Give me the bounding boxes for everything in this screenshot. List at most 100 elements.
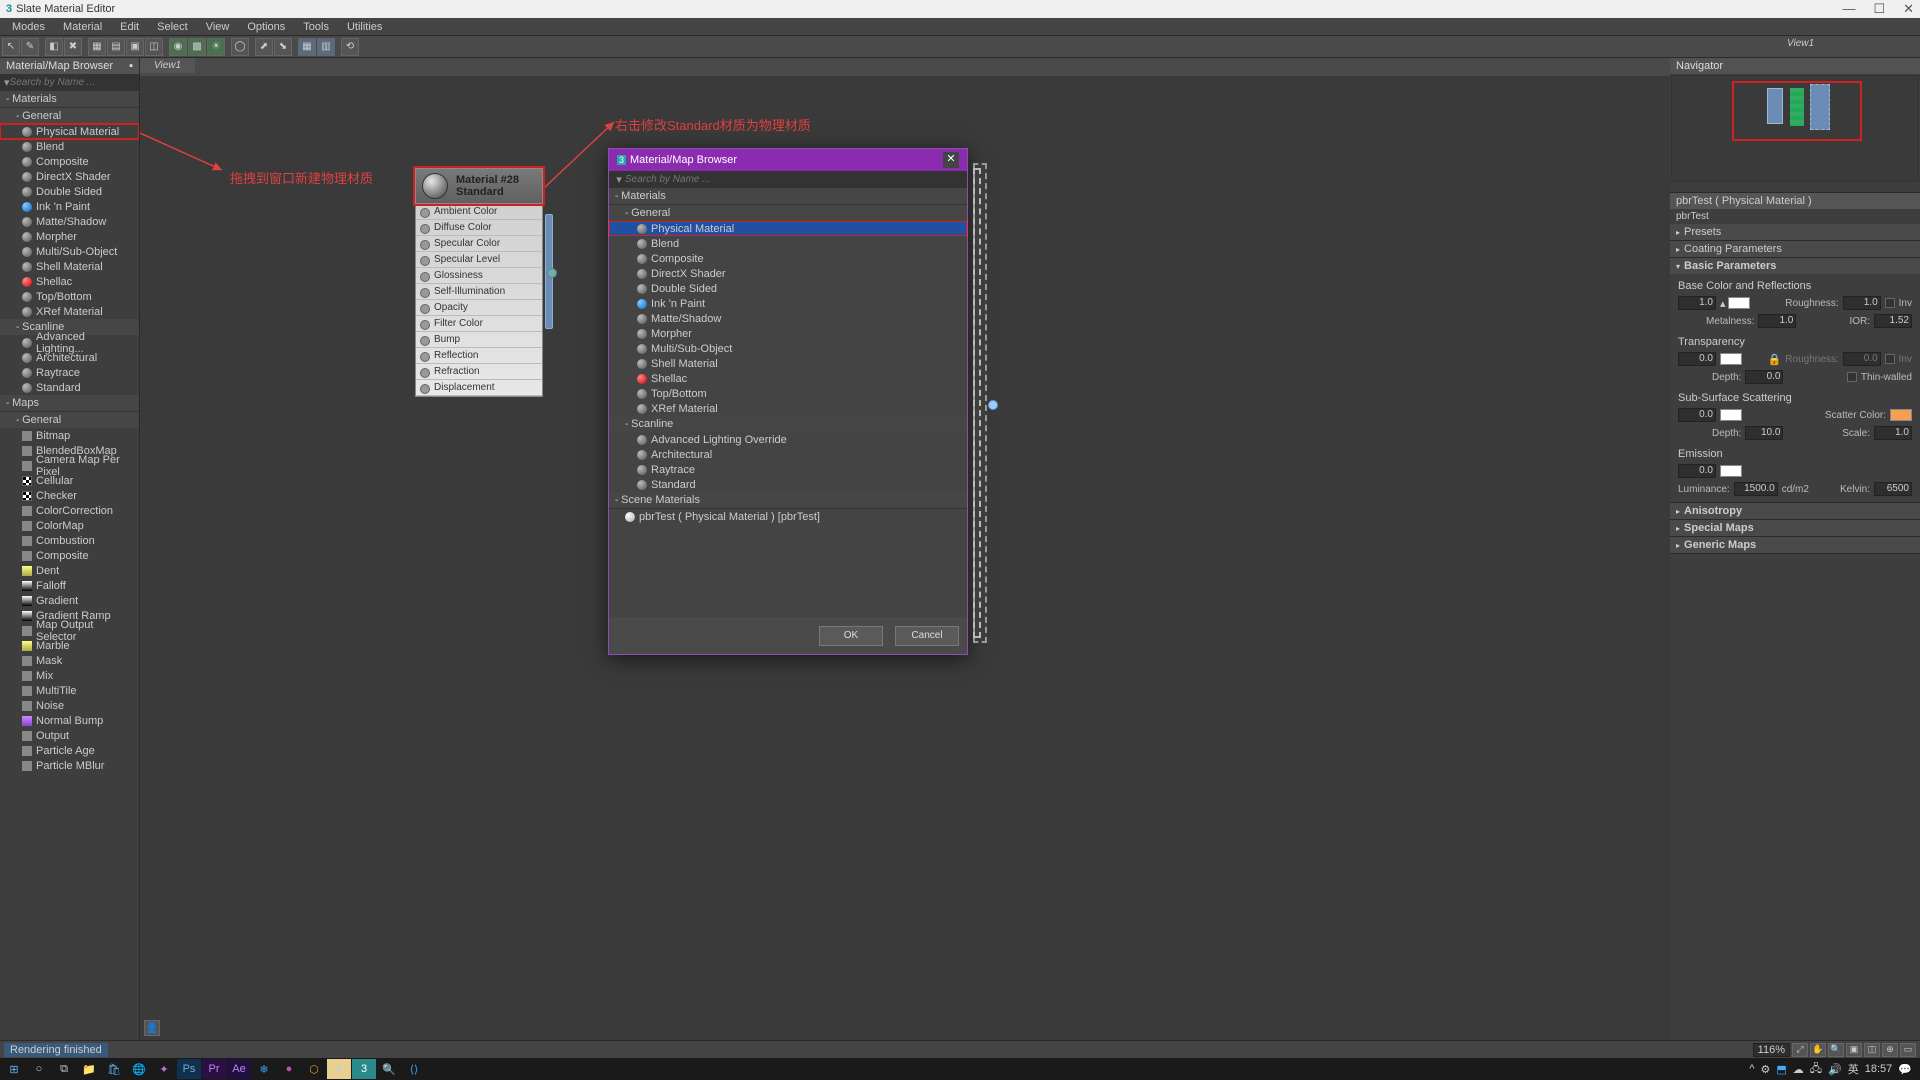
tool-delete-icon[interactable]: ✖ [64, 38, 82, 56]
tree-item-matte-shadow[interactable]: Matte/Shadow [0, 214, 139, 229]
rollout-anisotropy[interactable]: ▸Anisotropy [1670, 503, 1920, 519]
tree-sub-general[interactable]: - General [0, 108, 139, 124]
store-icon[interactable]: 🛍 [102, 1059, 126, 1079]
map-dent[interactable]: Dent [0, 563, 139, 578]
status-hand-icon[interactable]: ✋ [1810, 1043, 1826, 1057]
tool-pick-icon[interactable]: ✎ [21, 38, 39, 56]
rollout-generic-maps[interactable]: ▸Generic Maps [1670, 537, 1920, 553]
maximize-button[interactable]: ☐ [1873, 1, 1885, 17]
map-multitile[interactable]: MultiTile [0, 683, 139, 698]
ior-spinner[interactable]: 1.52 [1874, 314, 1912, 328]
trans-depth-spinner[interactable]: 0.0 [1745, 370, 1783, 384]
person-icon[interactable]: 👤 [144, 1020, 160, 1036]
tool-parent-icon[interactable]: ⬈ [255, 38, 273, 56]
map-colorcorrect[interactable]: ColorCorrection [0, 503, 139, 518]
tray-network-icon[interactable]: 🖧 [1810, 1060, 1822, 1079]
material-node[interactable]: Material #28 Standard Ambient Color Diff… [415, 168, 543, 397]
rollout-coating[interactable]: ▸Coating Parameters [1670, 241, 1920, 257]
map-combustion[interactable]: Combustion [0, 533, 139, 548]
tool-grid-icon[interactable]: ▦ [298, 38, 316, 56]
slot-refraction[interactable]: Refraction [416, 364, 542, 380]
slot-displacement[interactable]: Displacement [416, 380, 542, 396]
dlg-item-physical-material[interactable]: Physical Material [609, 221, 967, 236]
slot-specular-color[interactable]: Specular Color [416, 236, 542, 252]
menu-edit[interactable]: Edit [112, 20, 147, 34]
tool-preview-icon[interactable]: ◉ [169, 38, 187, 56]
tray-bluetooth-icon[interactable]: ⬒ [1776, 1063, 1786, 1076]
sss-depth-spinner[interactable]: 10.0 [1745, 426, 1783, 440]
base-weight-spinner[interactable]: 1.0 [1678, 296, 1716, 310]
scatter-color-swatch[interactable] [1890, 409, 1912, 421]
ae-icon[interactable]: Ae [227, 1059, 251, 1079]
dlg-item-top-bottom[interactable]: Top/Bottom [609, 386, 967, 401]
sss-color-swatch[interactable] [1720, 409, 1742, 421]
dialog-search-chevron-icon[interactable]: ▾ [613, 173, 625, 186]
slot-ambient[interactable]: Ambient Color [416, 204, 542, 220]
tool-show-icon[interactable]: ◫ [145, 38, 163, 56]
map-mask[interactable]: Mask [0, 653, 139, 668]
slot-bump[interactable]: Bump [416, 332, 542, 348]
pr-icon[interactable]: Pr [202, 1059, 226, 1079]
tool-child-icon[interactable]: ⬊ [274, 38, 292, 56]
app-icon-2[interactable]: ❄ [252, 1059, 276, 1079]
tree-item-adv-lighting[interactable]: Advanced Lighting... [0, 335, 139, 350]
slot-opacity[interactable]: Opacity [416, 300, 542, 316]
tool-move-icon[interactable]: ▦ [88, 38, 106, 56]
tool-bg-icon[interactable]: ▩ [188, 38, 206, 56]
dlg-item-shellac[interactable]: Shellac [609, 371, 967, 386]
panel-pin-icon[interactable]: ▪ [129, 60, 133, 72]
dlg-sub-scanline[interactable]: - Scanline [609, 416, 967, 432]
map-bitmap[interactable]: Bitmap [0, 428, 139, 443]
app-icon-6[interactable]: 🔍 [377, 1059, 401, 1079]
3dsmax-icon[interactable]: 3 [352, 1059, 376, 1079]
map-colormap[interactable]: ColorMap [0, 518, 139, 533]
map-particle-mblur[interactable]: Particle MBlur [0, 758, 139, 773]
trans-inv-check[interactable] [1885, 354, 1895, 364]
dlg-item-composite[interactable]: Composite [609, 251, 967, 266]
lock-icon[interactable]: 🔒 [1768, 353, 1782, 366]
status-pan-icon[interactable]: ⊕ [1882, 1043, 1898, 1057]
map-output-selector[interactable]: Map Output Selector [0, 623, 139, 638]
slot-reflection[interactable]: Reflection [416, 348, 542, 364]
status-extra-icon[interactable]: ▭ [1900, 1043, 1916, 1057]
close-button[interactable]: ✕ [1903, 1, 1914, 17]
trans-roughness-spinner[interactable]: 0.0 [1843, 352, 1881, 366]
dlg-item-adv-lighting[interactable]: Advanced Lighting Override [609, 432, 967, 447]
tray-volume-icon[interactable]: 🔊 [1828, 1063, 1842, 1076]
dlg-item-raytrace[interactable]: Raytrace [609, 462, 967, 477]
start-button[interactable]: ⊞ [2, 1059, 26, 1079]
roughness-inv-check[interactable] [1885, 298, 1895, 308]
tray-time[interactable]: 18:57 [1865, 1063, 1893, 1075]
emission-weight-spinner[interactable]: 0.0 [1678, 464, 1716, 478]
app-icon-4[interactable]: ⬡ [302, 1059, 326, 1079]
dlg-item-morpher[interactable]: Morpher [609, 326, 967, 341]
dlg-item-xref[interactable]: XRef Material [609, 401, 967, 416]
map-normal-bump[interactable]: Normal Bump [0, 713, 139, 728]
map-checker[interactable]: Checker [0, 488, 139, 503]
cortana-icon[interactable]: ○ [27, 1059, 51, 1079]
ps-icon[interactable]: Ps [177, 1059, 201, 1079]
tree-cat-maps[interactable]: - Maps [0, 395, 139, 412]
param-name-field[interactable]: pbrTest [1670, 209, 1920, 224]
right-view-tab[interactable]: View1 [1775, 36, 1826, 51]
tray-settings-icon[interactable]: ⚙ [1761, 1063, 1771, 1076]
app-icon-5[interactable]: ● [327, 1059, 351, 1079]
map-composite[interactable]: Composite [0, 548, 139, 563]
node-canvas[interactable]: View1 拖拽到窗口新建物理材质 右击修改Standard材质为物理材质 Ma… [140, 58, 1670, 1040]
dialog-ok-button[interactable]: OK [819, 626, 883, 646]
base-color-swatch[interactable] [1728, 297, 1750, 309]
dlg-scene-item[interactable]: pbrTest ( Physical Material ) [pbrTest] [609, 509, 967, 524]
tree-item-top-bottom[interactable]: Top/Bottom [0, 289, 139, 304]
map-falloff[interactable]: Falloff [0, 578, 139, 593]
dialog-search-input[interactable] [625, 174, 963, 185]
map-mix[interactable]: Mix [0, 668, 139, 683]
tray-notifications-icon[interactable]: 💬 [1898, 1063, 1912, 1076]
tree-item-standard[interactable]: Standard [0, 380, 139, 395]
tree-cat-materials[interactable]: - Materials [0, 91, 139, 108]
rollout-presets[interactable]: ▸Presets [1670, 224, 1920, 240]
emission-color-swatch[interactable] [1720, 465, 1742, 477]
menu-material[interactable]: Material [55, 20, 110, 34]
tree-item-multisub[interactable]: Multi/Sub-Object [0, 244, 139, 259]
status-fit-icon[interactable]: ▣ [1846, 1043, 1862, 1057]
rollout-basic[interactable]: ▾Basic Parameters [1670, 258, 1920, 274]
